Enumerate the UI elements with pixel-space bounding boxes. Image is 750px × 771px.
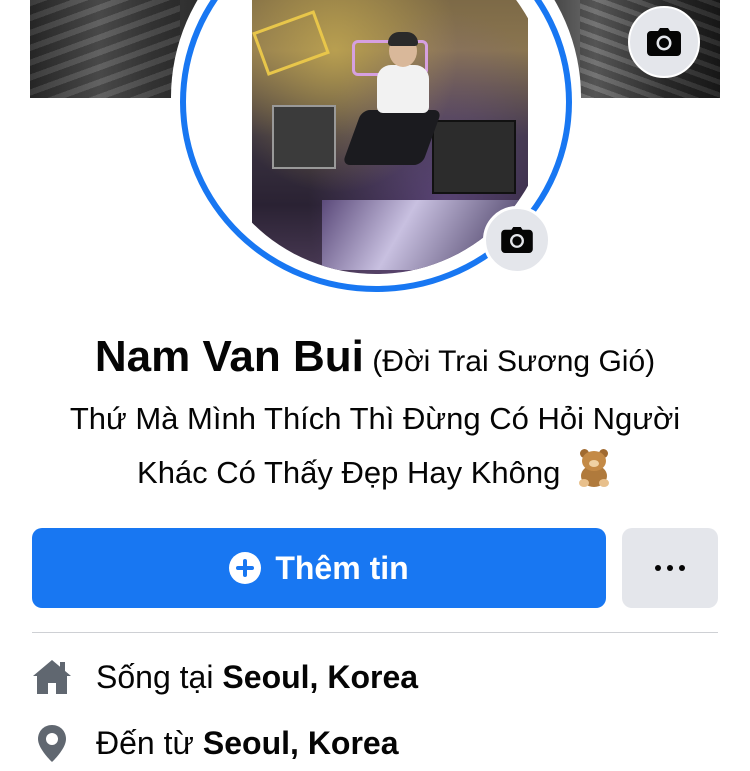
photo-person-shirt [377,65,429,113]
photo-equipment-case [272,105,336,169]
section-divider [32,632,718,633]
photo-person-legs [341,110,443,165]
bio-line-text: Khác Có Thấy Đẹp Hay Không [137,455,561,490]
add-info-button[interactable]: Thêm tin [32,528,606,608]
camera-icon [501,227,533,253]
edit-profile-picture-button[interactable] [483,206,551,274]
teddy-bear-icon [573,449,613,489]
bio-line: Thứ Mà Mình Thích Thì Đừng Có Hỏi Người [69,401,681,436]
photo-person-hair [388,32,418,46]
home-icon [32,657,72,697]
more-options-button[interactable] [622,528,718,608]
from-location: Seoul, Korea [202,724,399,761]
lives-in-location: Seoul, Korea [222,658,419,695]
from-row[interactable]: Đến từ Seoul, Korea [32,718,732,768]
profile-alternate-name: (Đời Trai Sương Gió) [372,345,656,378]
add-info-label: Thêm tin [275,549,409,586]
plus-circle-icon [229,552,262,584]
profile-bio: Thứ Mà Mình Thích Thì Đừng Có Hỏi Người … [20,392,730,500]
from-prefix: Đến từ [96,724,194,761]
lives-in-row[interactable]: Sống tại Seoul, Korea [32,652,732,702]
more-dots-icon [655,565,685,571]
cover-photo-detail-left [30,0,180,98]
camera-icon [647,28,681,56]
location-pin-icon [32,723,72,763]
bio-line: Khác Có Thấy Đẹp Hay Không [20,446,730,500]
photo-neon-decor [252,10,330,76]
edit-cover-photo-button[interactable] [628,6,700,78]
profile-name-line: Nam Van Bui (Đời Trai Sương Gió) [0,332,750,382]
lives-in-prefix: Sống tại [96,658,214,695]
photo-speaker-box [432,120,516,194]
profile-name: Nam Van Bui [94,332,364,381]
